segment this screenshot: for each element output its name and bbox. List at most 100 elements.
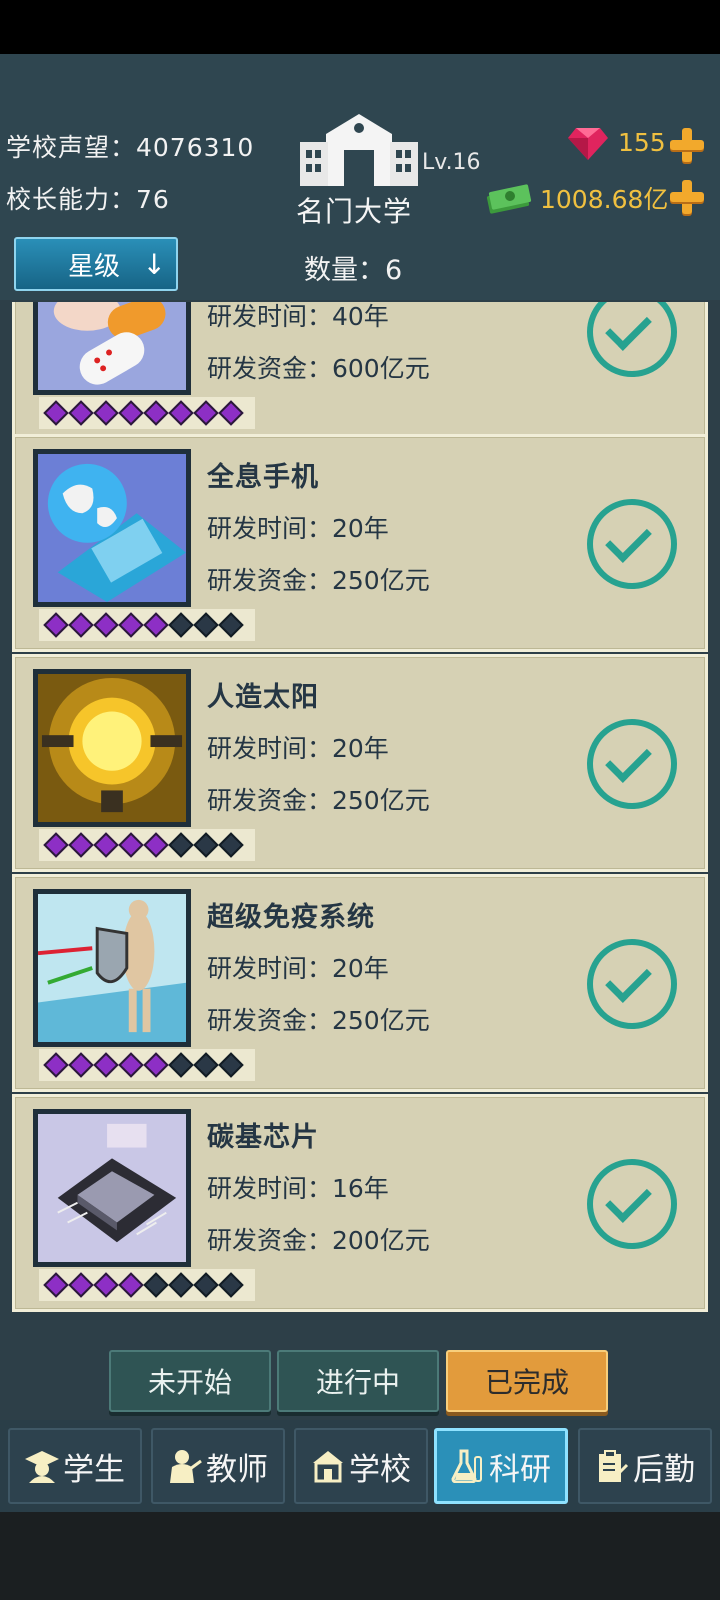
research-thumbnail-medicine (33, 302, 191, 395)
star-filled-icon (118, 612, 144, 638)
research-time: 研发时间：20年 (207, 954, 389, 983)
star-filled-icon (43, 832, 69, 858)
research-title: 碳基芯片 (207, 1122, 319, 1153)
completed-check-icon (587, 1159, 677, 1249)
nav-teachers[interactable]: 教师 (151, 1428, 285, 1504)
research-card[interactable]: 人造太阳 研发时间：20年 研发资金：250亿元 (12, 654, 708, 872)
star-rating (39, 397, 255, 429)
school-building-icon[interactable] (300, 112, 418, 186)
gem-icon (568, 128, 608, 160)
school-name: 名门大学 (296, 195, 413, 228)
status-bar (0, 0, 720, 54)
sort-arrow-icon: ↓ (142, 248, 166, 281)
completed-check-icon (587, 719, 677, 809)
star-filled-icon (68, 1052, 94, 1078)
add-gems-button[interactable] (670, 128, 704, 162)
status-tabs: 未开始 进行中 已完成 (0, 1346, 720, 1416)
research-card[interactable]: 超级免疫系统 研发时间：20年 研发资金：250亿元 (12, 874, 708, 1092)
star-empty-icon (168, 612, 194, 638)
star-filled-icon (68, 612, 94, 638)
research-time: 研发时间：16年 (207, 1174, 389, 1203)
research-thumbnail-immune-system (33, 889, 191, 1047)
research-title: 超级免疫系统 (207, 902, 375, 933)
research-title: 全息手机 (207, 462, 319, 493)
star-filled-icon (143, 832, 169, 858)
star-empty-icon (193, 832, 219, 858)
star-filled-icon (118, 832, 144, 858)
research-cost: 研发资金：250亿元 (207, 1006, 430, 1035)
item-count: 数量：6 (304, 255, 403, 286)
nav-students[interactable]: 学生 (8, 1428, 142, 1504)
star-filled-icon (43, 1272, 69, 1298)
gem-count: 155 (618, 128, 666, 157)
tab-completed[interactable]: 已完成 (446, 1350, 608, 1412)
star-empty-icon (218, 612, 244, 638)
nav-logistics[interactable]: 后勤 (578, 1428, 712, 1504)
research-cost: 研发资金：200亿元 (207, 1226, 430, 1255)
star-filled-icon (168, 400, 194, 426)
tab-in-progress[interactable]: 进行中 (277, 1350, 439, 1412)
star-filled-icon (143, 400, 169, 426)
nav-school[interactable]: 学校 (294, 1428, 428, 1504)
star-empty-icon (168, 1052, 194, 1078)
star-empty-icon (143, 1272, 169, 1298)
clipboard-icon (599, 1450, 629, 1482)
star-filled-icon (118, 400, 144, 426)
star-empty-icon (193, 1272, 219, 1298)
star-rating (39, 1269, 255, 1301)
star-filled-icon (143, 1052, 169, 1078)
star-empty-icon (168, 1272, 194, 1298)
school-reputation: 学校声望：4076310 (6, 133, 255, 162)
nav-label: 教师 (206, 1451, 268, 1488)
star-filled-icon (93, 1052, 119, 1078)
star-filled-icon (118, 1272, 144, 1298)
sort-by-stars-button[interactable]: 星级 ↓ (14, 237, 178, 291)
star-filled-icon (68, 400, 94, 426)
star-filled-icon (43, 612, 69, 638)
research-card[interactable]: 研发时间：40年 研发资金：600亿元 (12, 302, 708, 440)
research-time: 研发时间：20年 (207, 514, 389, 543)
research-card[interactable]: 碳基芯片 研发时间：16年 研发资金：200亿元 (12, 1094, 708, 1312)
research-thumbnail-carbon-chip (33, 1109, 191, 1267)
star-empty-icon (193, 612, 219, 638)
star-empty-icon (218, 1052, 244, 1078)
research-cost: 研发资金：600亿元 (207, 354, 430, 383)
star-filled-icon (68, 832, 94, 858)
school-level: Lv.16 (422, 150, 481, 175)
completed-check-icon (587, 302, 677, 377)
system-nav-bar (0, 1512, 720, 1600)
research-list[interactable]: 研发时间：40年 研发资金：600亿元 全息手机 研发时间：20年 研发资金：2… (10, 302, 710, 1340)
research-time: 研发时间：40年 (207, 302, 389, 331)
nav-research[interactable]: 科研 (434, 1428, 568, 1504)
nav-label: 学生 (63, 1451, 125, 1488)
star-filled-icon (93, 400, 119, 426)
star-filled-icon (93, 612, 119, 638)
research-cost: 研发资金：250亿元 (207, 786, 430, 815)
tab-not-started[interactable]: 未开始 (109, 1350, 271, 1412)
star-rating (39, 829, 255, 861)
star-filled-icon (68, 1272, 94, 1298)
research-time: 研发时间：20年 (207, 734, 389, 763)
star-filled-icon (43, 400, 69, 426)
star-filled-icon (118, 1052, 144, 1078)
flask-icon (451, 1449, 482, 1483)
sort-label: 星级 (68, 251, 121, 282)
star-empty-icon (193, 1052, 219, 1078)
star-rating (39, 1049, 255, 1081)
star-empty-icon (218, 832, 244, 858)
add-money-button[interactable] (670, 180, 704, 214)
nav-label: 后勤 (633, 1451, 695, 1488)
star-filled-icon (93, 832, 119, 858)
money-icon (486, 184, 532, 214)
star-empty-icon (218, 1272, 244, 1298)
teacher-icon (170, 1450, 202, 1483)
nav-label: 科研 (489, 1451, 551, 1488)
research-thumbnail-artificial-sun (33, 669, 191, 827)
school-icon (313, 1451, 343, 1483)
principal-ability: 校长能力：76 (6, 185, 170, 214)
bottom-nav: 学生 教师 学校 科研 后勤 (0, 1420, 720, 1512)
star-filled-icon (93, 1272, 119, 1298)
star-filled-icon (193, 400, 219, 426)
research-card[interactable]: 全息手机 研发时间：20年 研发资金：250亿元 (12, 434, 708, 652)
completed-check-icon (587, 499, 677, 589)
